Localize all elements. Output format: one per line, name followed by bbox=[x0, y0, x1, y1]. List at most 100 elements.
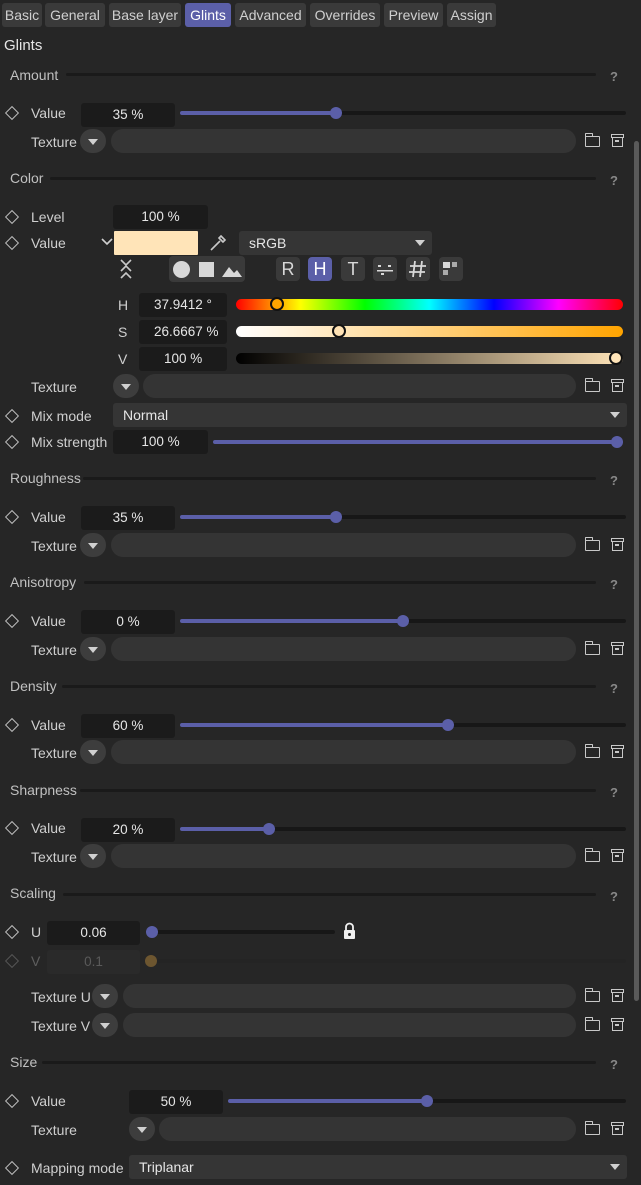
help-icon[interactable]: ? bbox=[610, 681, 618, 696]
scrollbar[interactable] bbox=[634, 141, 639, 1001]
tab-preview[interactable]: Preview bbox=[384, 3, 443, 27]
keyframe-diamond-icon[interactable] bbox=[4, 820, 20, 836]
tab-glints[interactable]: Glints bbox=[185, 3, 231, 27]
texture-v-field[interactable] bbox=[123, 1013, 576, 1037]
archive-icon[interactable] bbox=[611, 989, 624, 1002]
anisotropy-value-field[interactable]: 0 % bbox=[81, 610, 175, 634]
help-icon[interactable]: ? bbox=[610, 69, 618, 84]
keyframe-diamond-icon[interactable] bbox=[4, 1093, 20, 1109]
anisotropy-texture-dropdown[interactable] bbox=[80, 637, 106, 661]
amount-texture-field[interactable] bbox=[111, 129, 576, 153]
eyedropper-icon[interactable] bbox=[208, 233, 228, 253]
folder-icon[interactable] bbox=[584, 537, 600, 551]
tab-assign[interactable]: Assign bbox=[447, 3, 496, 27]
circle-picker-icon[interactable] bbox=[173, 261, 190, 278]
help-icon[interactable]: ? bbox=[610, 577, 618, 592]
density-texture-dropdown[interactable] bbox=[80, 740, 106, 764]
help-icon[interactable]: ? bbox=[610, 785, 618, 800]
scaling-u-slider-handle[interactable] bbox=[146, 926, 158, 938]
archive-icon[interactable] bbox=[611, 134, 624, 147]
image-picker-icon[interactable] bbox=[221, 261, 243, 278]
brightness-field[interactable]: 100 % bbox=[139, 347, 227, 371]
mix-mode-select[interactable]: Normal bbox=[113, 403, 627, 427]
roughness-texture-field[interactable] bbox=[111, 533, 576, 557]
help-icon[interactable]: ? bbox=[610, 173, 618, 188]
keyframe-diamond-icon[interactable] bbox=[4, 408, 20, 424]
saturation-field[interactable]: 26.6667 % bbox=[139, 320, 227, 344]
keyframe-diamond-icon[interactable] bbox=[4, 105, 20, 121]
rgb-mode-button[interactable]: R bbox=[276, 257, 300, 281]
texture-u-field[interactable] bbox=[123, 984, 576, 1008]
keyframe-diamond-icon[interactable] bbox=[4, 717, 20, 733]
swatches-mode-button[interactable] bbox=[439, 257, 463, 281]
archive-icon[interactable] bbox=[611, 1018, 624, 1031]
roughness-value-field[interactable]: 35 % bbox=[81, 506, 175, 530]
collapse-icon[interactable] bbox=[118, 258, 134, 280]
keyframe-diamond-icon[interactable] bbox=[4, 209, 20, 225]
folder-icon[interactable] bbox=[584, 1017, 600, 1031]
hsv-mode-button[interactable]: H bbox=[308, 257, 332, 281]
keyframe-diamond-icon[interactable] bbox=[4, 235, 20, 251]
mapping-mode-select[interactable]: Triplanar bbox=[129, 1155, 627, 1179]
hue-field[interactable]: 37.9412 ° bbox=[139, 293, 227, 317]
tab-general[interactable]: General bbox=[45, 3, 105, 27]
saturation-slider[interactable] bbox=[236, 326, 623, 337]
archive-icon[interactable] bbox=[611, 379, 624, 392]
folder-icon[interactable] bbox=[584, 641, 600, 655]
anisotropy-slider-handle[interactable] bbox=[397, 615, 409, 627]
numeric-mode-button[interactable] bbox=[373, 257, 397, 281]
folder-icon[interactable] bbox=[584, 378, 600, 392]
keyframe-diamond-icon[interactable] bbox=[4, 509, 20, 525]
size-texture-dropdown[interactable] bbox=[129, 1117, 155, 1141]
scaling-u-slider[interactable] bbox=[147, 930, 335, 934]
archive-icon[interactable] bbox=[611, 849, 624, 862]
chevron-down-icon[interactable] bbox=[101, 237, 113, 247]
texture-u-dropdown[interactable] bbox=[92, 984, 118, 1008]
hue-slider[interactable] bbox=[236, 299, 623, 310]
keyframe-diamond-icon[interactable] bbox=[4, 613, 20, 629]
square-picker-icon[interactable] bbox=[199, 262, 214, 277]
roughness-slider-handle[interactable] bbox=[330, 511, 342, 523]
mix-strength-field[interactable]: 100 % bbox=[113, 430, 208, 454]
folder-icon[interactable] bbox=[584, 848, 600, 862]
density-texture-field[interactable] bbox=[111, 740, 576, 764]
hue-slider-handle[interactable] bbox=[270, 297, 284, 311]
color-swatch[interactable] bbox=[114, 231, 198, 255]
brightness-slider[interactable] bbox=[236, 353, 623, 364]
help-icon[interactable]: ? bbox=[610, 1057, 618, 1072]
folder-icon[interactable] bbox=[584, 744, 600, 758]
keyframe-diamond-icon[interactable] bbox=[4, 434, 20, 450]
roughness-texture-dropdown[interactable] bbox=[80, 533, 106, 557]
size-slider-handle[interactable] bbox=[421, 1095, 433, 1107]
tab-base-layer[interactable]: Base layer bbox=[109, 3, 181, 27]
keyframe-diamond-icon[interactable] bbox=[4, 1160, 20, 1176]
temperature-mode-button[interactable]: T bbox=[341, 257, 365, 281]
size-value-field[interactable]: 50 % bbox=[129, 1090, 223, 1114]
colorspace-select[interactable]: sRGB bbox=[239, 231, 432, 255]
size-texture-field[interactable] bbox=[159, 1117, 576, 1141]
archive-icon[interactable] bbox=[611, 642, 624, 655]
sharpness-value-field[interactable]: 20 % bbox=[81, 818, 175, 842]
saturation-slider-handle[interactable] bbox=[332, 324, 346, 338]
amount-slider-handle[interactable] bbox=[330, 107, 342, 119]
folder-icon[interactable] bbox=[584, 133, 600, 147]
help-icon[interactable]: ? bbox=[610, 473, 618, 488]
archive-icon[interactable] bbox=[611, 538, 624, 551]
tab-basic[interactable]: Basic bbox=[2, 3, 42, 27]
archive-icon[interactable] bbox=[611, 1122, 624, 1135]
sharpness-texture-field[interactable] bbox=[111, 844, 576, 868]
scaling-u-field[interactable]: 0.06 bbox=[47, 921, 140, 945]
density-value-field[interactable]: 60 % bbox=[81, 714, 175, 738]
color-texture-field[interactable] bbox=[143, 374, 576, 398]
keyframe-diamond-icon[interactable] bbox=[4, 924, 20, 940]
folder-icon[interactable] bbox=[584, 988, 600, 1002]
texture-v-dropdown[interactable] bbox=[92, 1013, 118, 1037]
lock-icon[interactable] bbox=[342, 922, 357, 940]
tab-advanced[interactable]: Advanced bbox=[235, 3, 306, 27]
anisotropy-texture-field[interactable] bbox=[111, 637, 576, 661]
density-slider-handle[interactable] bbox=[442, 719, 454, 731]
color-level-field[interactable]: 100 % bbox=[113, 205, 208, 229]
amount-value-field[interactable]: 35 % bbox=[81, 103, 175, 127]
mix-strength-slider-handle[interactable] bbox=[611, 436, 623, 448]
tab-overrides[interactable]: Overrides bbox=[310, 3, 380, 27]
